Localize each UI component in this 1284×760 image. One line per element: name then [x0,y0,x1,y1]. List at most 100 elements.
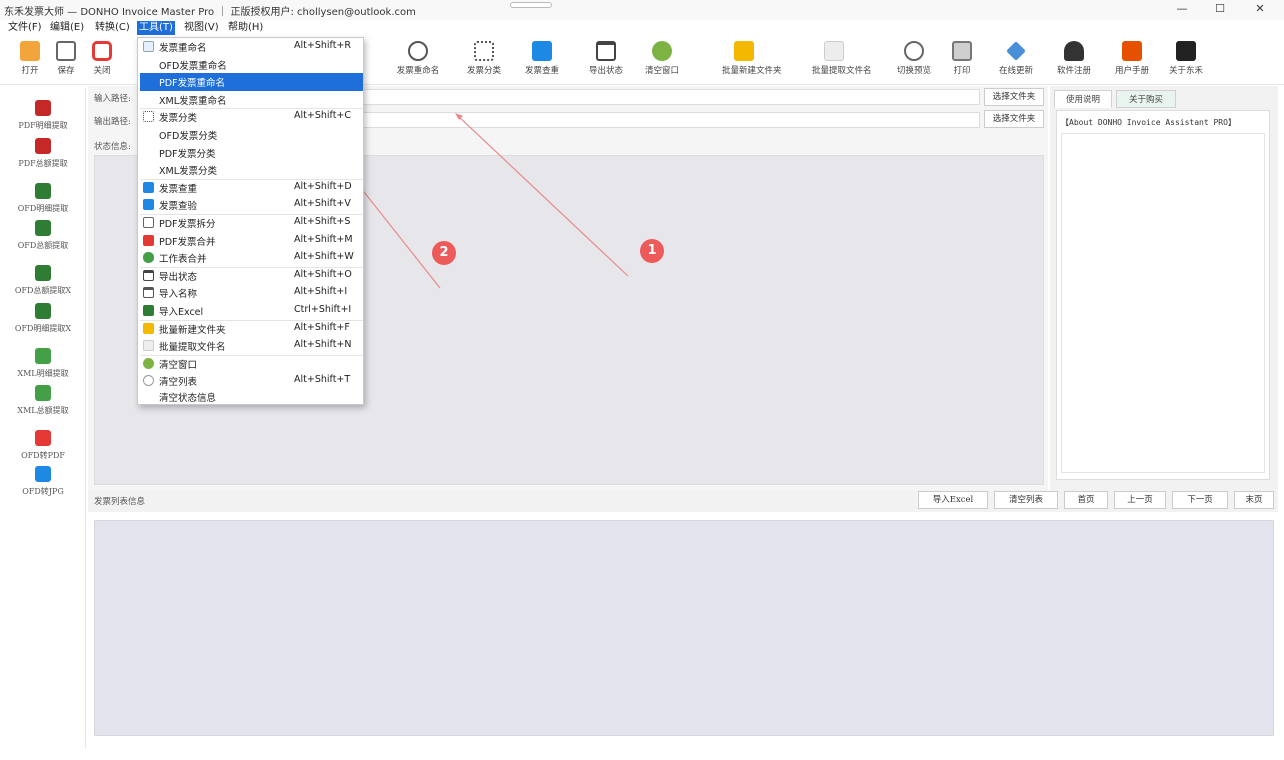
menu-item-xml-rename[interactable]: XML发票重命名 [140,91,363,109]
menu-item-invoice-verify[interactable]: 发票查验 Alt+Shift+V [140,196,363,214]
sidebar-item-xml-detail[interactable]: XML明细提取 [4,348,82,386]
menu-tools[interactable]: 工具(T) [137,21,175,35]
switch-preview-button[interactable]: 切换预览 [892,39,936,81]
prev-page-label: 上一页 [1127,495,1153,505]
prev-page-button[interactable]: 上一页 [1114,491,1166,509]
menu-help[interactable]: 帮助(H) [226,21,265,35]
register-button[interactable]: 软件注册 [1052,39,1096,81]
select-input-folder-button[interactable]: 选择文件夹 [984,88,1044,106]
clear-list-button[interactable]: 清空列表 [994,491,1058,509]
sidebar-item-ofd-detail[interactable]: OFD明细提取 [4,183,82,221]
menu-item-invoice-classify[interactable]: 发票分类 Alt+Shift+C [140,108,363,126]
menu-item-pdf-split[interactable]: PDF发票拆分 Alt+Shift+S [140,214,363,232]
user-manual-button[interactable]: 用户手册 [1110,39,1154,81]
batch-new-folder-button[interactable]: 批量新建文件夹 [722,39,782,81]
sidebar-item-pdf-total[interactable]: PDF总额提取 [4,138,82,176]
invoice-rename-button[interactable]: 发票重命名 [396,39,440,81]
annotation-badge-1: 1 [640,239,664,263]
menu-item-invoice-rename[interactable]: 发票重命名 Alt+Shift+R [140,38,363,56]
menu-item-ofd-rename[interactable]: OFD发票重命名 [140,56,363,74]
merge-icon [143,234,154,246]
clear-icon [143,357,154,369]
sidebar-item-ofd-to-jpg[interactable]: OFD转JPG [4,466,82,504]
sidebar-item-ofd-total-x[interactable]: OFD总额提取X [4,265,82,303]
menu-item-pdf-rename[interactable]: PDF发票重命名 [140,73,363,91]
minimize-button[interactable]: — [1172,2,1192,18]
menu-item-import-name[interactable]: 导入名称 Alt+Shift+I [140,284,363,302]
book-icon [1122,41,1142,61]
close-window-button[interactable]: ✕ [1250,2,1270,18]
menu-item-xml-classify[interactable]: XML发票分类 [140,161,363,179]
menu-file[interactable]: 文件(F) [6,21,44,35]
menu-item-export-status[interactable]: 导出状态 Alt+Shift+O [140,267,363,285]
menu-item-invoice-dedup[interactable]: 发票查重 Alt+Shift+D [140,179,363,197]
about-label: 关于东禾 [1168,66,1203,76]
tab-purchase[interactable]: 关于购买 [1116,90,1176,108]
sidebar-item-ofd-total[interactable]: OFD总额提取 [4,220,82,258]
sidebar-item-ofd-detail-x[interactable]: OFD明细提取X [4,303,82,341]
about-text: 【About DONHO Invoice Assistant PRO】 [1061,118,1236,127]
sheet-merge-icon [143,252,154,264]
clear-window-button[interactable]: 清空窗口 [640,39,684,81]
calendar-icon [596,41,616,61]
print-button[interactable]: 打印 [940,39,984,81]
menu-item-label: 批量新建文件夹 [159,324,226,336]
menu-item-pdf-classify[interactable]: PDF发票分类 [140,144,363,162]
menu-item-import-excel[interactable]: 导入Excel Ctrl+Shift+I [140,302,363,320]
update-icon [1006,41,1026,61]
tab-usage[interactable]: 使用说明 [1054,90,1112,108]
menu-convert[interactable]: 转换(C) [93,21,132,35]
menu-item-ofd-classify[interactable]: OFD发票分类 [140,126,363,144]
menu-item-sheet-merge[interactable]: 工作表合并 Alt+Shift+W [140,249,363,267]
sidebar-item-ofd-to-pdf[interactable]: OFD转PDF [4,430,82,468]
menu-item-label: 发票查验 [159,201,198,213]
usage-panel: 【About DONHO Invoice Assistant PRO】 [1056,110,1270,480]
folder-icon [734,41,754,61]
clear-list-label: 清空列表 [1008,495,1043,505]
grid-icon [143,111,154,123]
folder-open-icon [20,41,40,61]
online-update-button[interactable]: 在线更新 [994,39,1038,81]
convert-icon [35,466,51,482]
menu-edit[interactable]: 编辑(E) [48,21,86,35]
drag-handle[interactable] [510,2,552,8]
first-page-button[interactable]: 首页 [1064,491,1108,509]
sidebar-item-pdf-detail[interactable]: PDF明细提取 [4,100,82,138]
invoice-dedup-button[interactable]: 发票查重 [520,39,564,81]
window-title: 东禾发票大师 — DONHO Invoice Master Pro ｜ 正版授权… [4,7,416,18]
menu-item-clear-window[interactable]: 清空窗口 [140,355,363,373]
verify-icon [143,199,154,211]
sidebar-item-xml-total[interactable]: XML总额提取 [4,385,82,423]
batch-extract-filename-label: 批量提取文件名 [812,66,872,76]
batch-extract-filename-button[interactable]: 批量提取文件名 [812,39,872,81]
output-path-label: 输出路径: [94,117,131,127]
next-page-button[interactable]: 下一页 [1172,491,1228,509]
close-button[interactable]: 关闭 [80,39,124,81]
sidebar-item-label: OFD转PDF [21,451,65,460]
menu-item-clear-status[interactable]: 清空状态信息 [140,388,363,406]
menu-item-batch-new-folder[interactable]: 批量新建文件夹 Alt+Shift+F [140,320,363,338]
import-excel-button[interactable]: 导入Excel [918,491,988,509]
first-page-label: 首页 [1077,495,1095,505]
menu-item-label: PDF发票分类 [159,148,216,160]
menu-item-pdf-merge[interactable]: PDF发票合并 Alt+Shift+M [140,232,363,250]
excel-icon [143,305,154,316]
split-icon [143,217,154,228]
select-output-folder-button[interactable]: 选择文件夹 [984,110,1044,128]
menu-item-label: 清空窗口 [159,359,198,371]
search-doc-icon [532,41,552,61]
export-status-button[interactable]: 导出状态 [584,39,628,81]
title-bar: 东禾发票大师 — DONHO Invoice Master Pro ｜ 正版授权… [0,0,1284,20]
maximize-button[interactable]: ☐ [1210,2,1230,18]
invoice-list-area[interactable] [94,520,1274,736]
sidebar: PDF明细提取 PDF总额提取 OFD明细提取 OFD总额提取 OFD总额提取X… [0,88,86,748]
usage-text-box[interactable] [1061,133,1265,473]
invoice-classify-button[interactable]: 发票分类 [462,39,506,81]
about-button[interactable]: 关于东禾 [1164,39,1208,81]
last-page-button[interactable]: 末页 [1234,491,1274,509]
menu-view[interactable]: 视图(V) [182,21,221,35]
menu-item-label: OFD发票分类 [159,131,218,142]
menu-item-label: XML发票分类 [159,166,217,178]
menu-item-batch-extract-filename[interactable]: 批量提取文件名 Alt+Shift+N [140,337,363,355]
switch-icon [904,41,924,61]
